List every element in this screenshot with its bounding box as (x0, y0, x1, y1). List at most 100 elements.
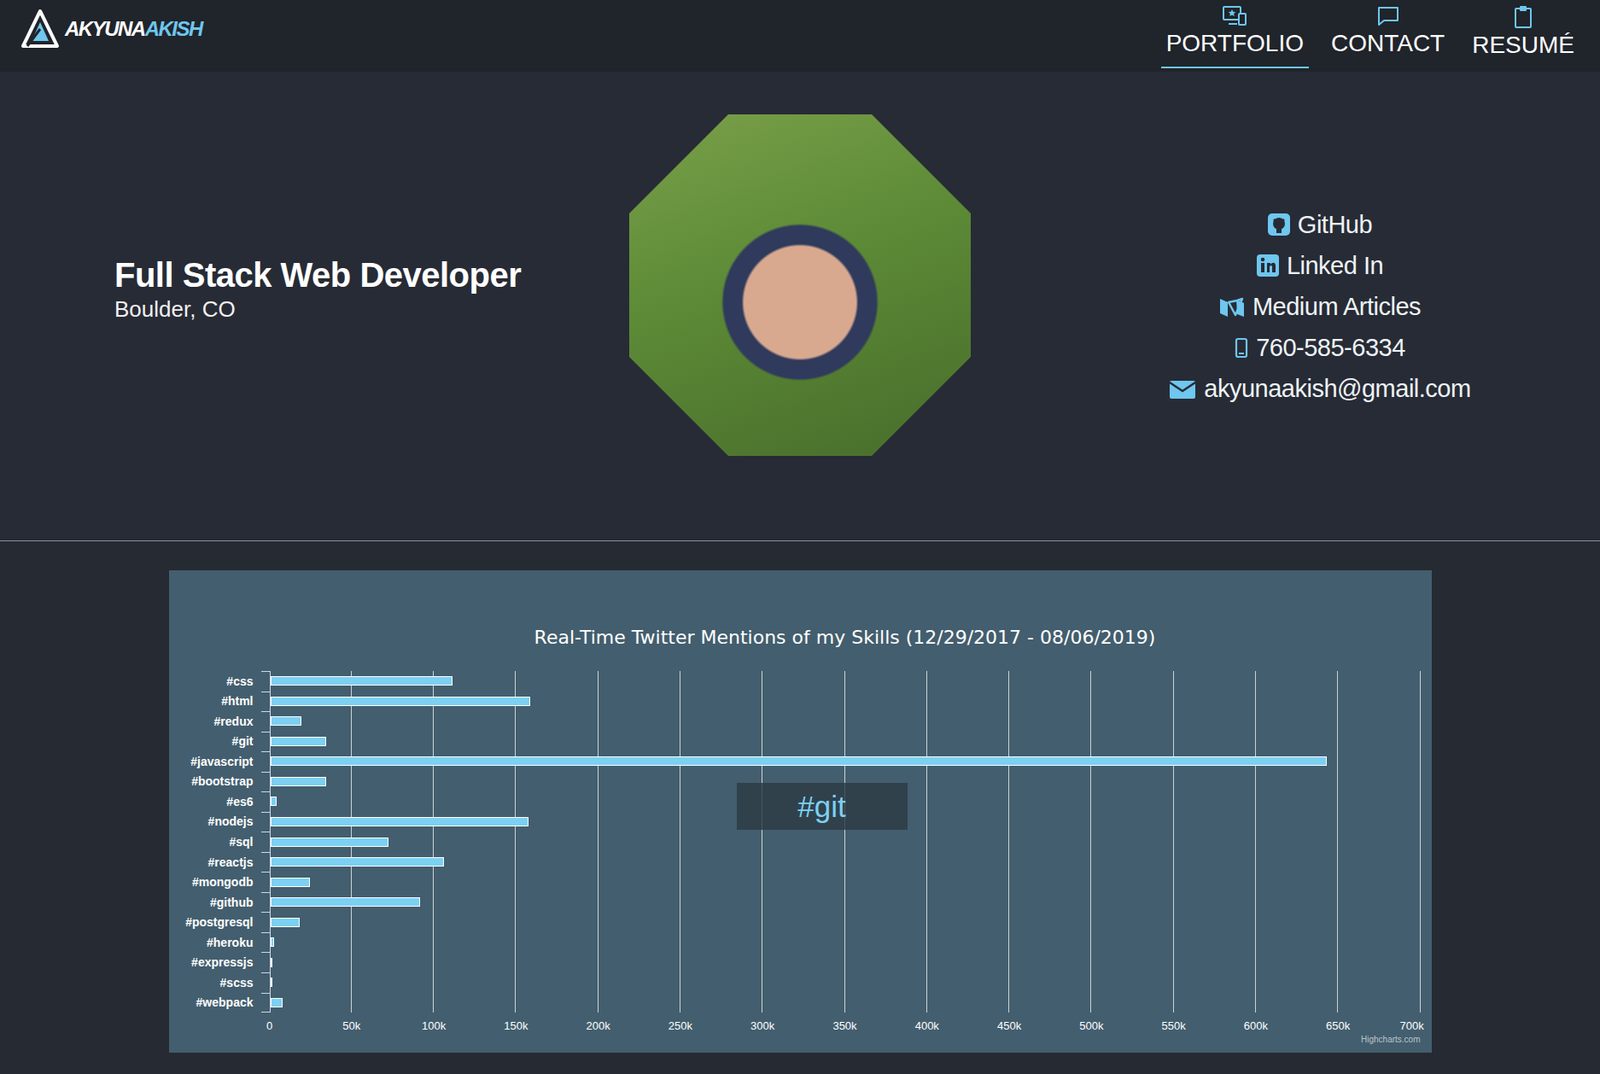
contact-link[interactable]: GitHub (1267, 204, 1373, 246)
bar[interactable] (270, 837, 390, 847)
nav-item[interactable]: RESUMÉ (1466, 0, 1580, 69)
category-label: #scss (169, 972, 254, 993)
bar[interactable] (270, 756, 1327, 766)
grid-line (1090, 671, 1092, 1013)
tick-label: 250k (668, 1019, 693, 1033)
tick-label: 0 (266, 1019, 273, 1033)
bar-row (270, 852, 1421, 873)
link-label: 760-585-6334 (1255, 327, 1406, 368)
bar[interactable] (270, 796, 278, 806)
bar-row (270, 831, 1421, 853)
category-label: #webpack (169, 992, 254, 1014)
location: Boulder, CO (114, 296, 630, 323)
logo-text: AKYUNAAKISH (64, 17, 203, 41)
clipboard-icon (1512, 5, 1534, 30)
bar[interactable] (270, 998, 283, 1008)
profile-text: Full Stack Web DeveloperBoulder, CO (0, 114, 630, 456)
category-label: #git (169, 731, 254, 753)
plot-area: #git (269, 671, 1421, 1013)
grid-line (1008, 671, 1010, 1013)
chart-panel: Real-Time Twitter Mentions of my Skills … (169, 570, 1432, 1053)
bar-row (270, 731, 1421, 753)
bar-row (270, 972, 1421, 993)
bar[interactable] (270, 917, 301, 928)
bar-row (270, 691, 1421, 713)
grid-line (432, 671, 434, 1013)
category-axis: #css#html#redux#git#javascript#bootstrap… (169, 671, 254, 1013)
tooltip: #git (736, 782, 908, 830)
category-label: #nodejs (169, 811, 254, 833)
bar-row (270, 951, 1421, 973)
bar-row (270, 871, 1421, 893)
tick-label: 200k (586, 1019, 611, 1033)
category-label: #css (169, 671, 254, 692)
bar[interactable] (270, 676, 454, 686)
contact-link[interactable]: 760-585-6334 (1233, 327, 1406, 368)
github-icon (1267, 212, 1291, 237)
nav-item[interactable]: CONTACT (1325, 0, 1450, 69)
category-label: #mongodb (169, 871, 254, 893)
tick-label: 650k (1325, 1019, 1350, 1033)
grid-line (1337, 671, 1338, 1013)
category-label: #redux (169, 711, 254, 732)
bar[interactable] (270, 877, 310, 888)
category-label: #html (169, 691, 254, 713)
category-label: #postgresql (169, 911, 254, 933)
grid-line (1173, 671, 1174, 1013)
envelope-icon (1167, 376, 1198, 401)
category-label: #reactjs (169, 852, 254, 873)
contact-links: GitHubLinked InMedium Articles760-585-63… (970, 114, 1600, 456)
grid-line (1419, 671, 1421, 1013)
bar[interactable] (270, 957, 273, 968)
logo-text-white: AKYUNA (64, 17, 146, 41)
category-label: #es6 (169, 791, 254, 812)
grid-line (679, 671, 681, 1013)
tick-label: 350k (832, 1019, 857, 1033)
bar-row (270, 892, 1421, 913)
bar[interactable] (270, 716, 303, 726)
link-label: Linked In (1286, 245, 1384, 287)
logo-icon (20, 8, 60, 50)
grid-line (844, 671, 846, 1013)
bar-row (270, 751, 1421, 772)
nav-label: RESUMÉ (1471, 30, 1575, 60)
monitor-star-icon (1221, 5, 1248, 28)
contact-link[interactable]: Linked In (1255, 245, 1384, 287)
link-label: GitHub (1297, 204, 1373, 246)
bar[interactable] (270, 817, 529, 827)
bar-rows (269, 671, 1421, 1013)
bar[interactable] (270, 696, 531, 707)
linkedin-icon (1255, 253, 1280, 278)
nav-item[interactable]: PORTFOLIO (1161, 0, 1309, 69)
logo-text-blue: AKISH (145, 17, 203, 41)
bar[interactable] (270, 857, 444, 867)
tick-label: 450k (997, 1019, 1022, 1033)
tick-label: 550k (1162, 1019, 1186, 1033)
value-axis: 050k100k150k200k250k300k350k400k450k500k… (269, 1019, 1421, 1039)
medium-icon (1218, 294, 1246, 319)
top-bar: AKYUNAAKISH PORTFOLIO CONTACT RESUMÉ (0, 0, 1600, 72)
category-label: #sql (169, 831, 254, 853)
tick-label: 600k (1243, 1019, 1268, 1033)
chat-bubble-icon (1376, 5, 1401, 28)
link-label: akyunaakish@gmail.com (1203, 367, 1471, 409)
bar[interactable] (270, 736, 327, 747)
chart-credit[interactable]: Highcharts.com (169, 1034, 1421, 1045)
link-label: Medium Articles (1252, 286, 1421, 328)
bar[interactable] (270, 977, 273, 987)
contact-link[interactable]: akyunaakish@gmail.com (1167, 367, 1471, 409)
bar[interactable] (270, 776, 327, 787)
bar-row (270, 671, 1421, 692)
logo[interactable]: AKYUNAAKISH (20, 0, 203, 72)
tick-label: 400k (915, 1019, 940, 1033)
grid-line (926, 671, 928, 1013)
bar[interactable] (270, 897, 421, 907)
phone-icon (1233, 335, 1250, 360)
grid-line (514, 671, 516, 1013)
nav-label: CONTACT (1331, 29, 1445, 59)
contact-link[interactable]: Medium Articles (1218, 286, 1421, 328)
tick-label: 50k (342, 1019, 361, 1033)
bar[interactable] (270, 937, 275, 947)
tick-label: 150k (503, 1019, 528, 1033)
tick-label: 300k (750, 1019, 775, 1033)
